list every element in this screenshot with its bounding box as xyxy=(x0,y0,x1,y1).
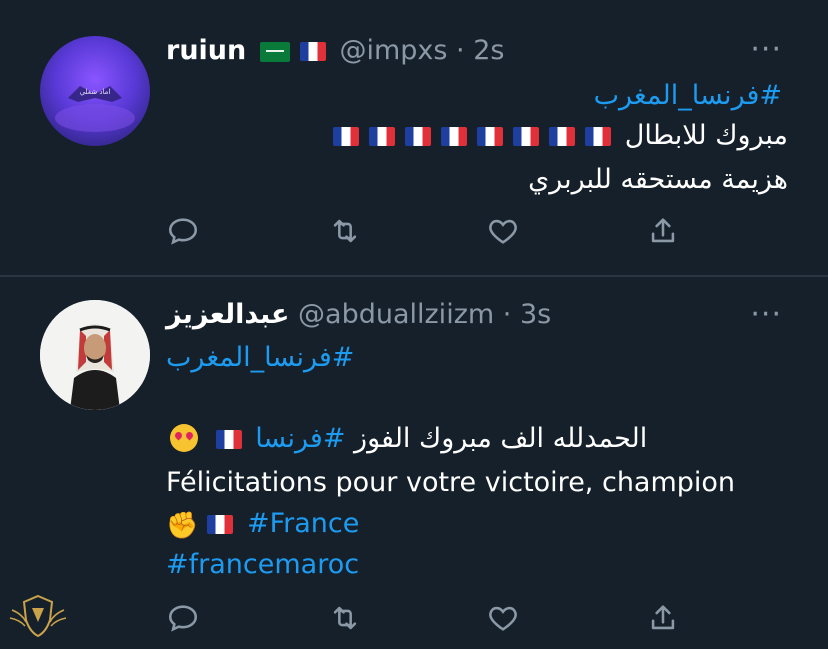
tweet-text-line: ✊ #France xyxy=(166,506,359,544)
france-flag-icon xyxy=(513,127,540,146)
tweet-actions xyxy=(0,601,828,635)
france-flag-icon xyxy=(299,42,326,61)
france-flag-icon xyxy=(477,127,504,146)
heart-eyes-emoji-icon xyxy=(170,424,198,452)
display-name[interactable]: ruiun xyxy=(166,35,246,66)
france-flag-icon xyxy=(549,127,576,146)
hashtag-link[interactable]: #francemaroc xyxy=(166,547,359,583)
flags-row xyxy=(328,120,616,151)
timestamp[interactable]: 2s xyxy=(473,35,504,66)
saudi-flag-icon xyxy=(259,42,290,62)
share-icon[interactable] xyxy=(646,214,680,248)
tweet-actions xyxy=(0,214,828,248)
display-name[interactable]: عبدالعزيز xyxy=(166,299,289,330)
retweet-icon[interactable] xyxy=(328,601,362,635)
separator: · xyxy=(502,299,512,330)
tweet-text-line: هزيمة مستحقه للبربري xyxy=(528,164,788,195)
hashtag-link[interactable]: #France xyxy=(247,508,359,539)
hashtag-link[interactable]: #فرنسا xyxy=(255,423,345,454)
france-flag-icon xyxy=(441,127,468,146)
avatar-graphic-icon: اماد شغلي xyxy=(55,86,135,132)
france-flag-icon xyxy=(369,127,396,146)
tweet[interactable]: عبدالعزيز @abduallziizm · 3s ··· #فرنسا_… xyxy=(0,277,828,649)
hashtag-link[interactable]: #فرنسا_المغرب xyxy=(594,78,782,114)
like-icon[interactable] xyxy=(486,601,520,635)
user-handle[interactable]: @abduallziizm xyxy=(298,299,494,330)
tweet-header: ruiun @impxs · 2s xyxy=(166,34,504,68)
reply-icon[interactable] xyxy=(166,214,200,248)
france-flag-icon xyxy=(207,515,234,534)
user-handle[interactable]: @impxs xyxy=(339,35,447,66)
flexed-biceps-emoji-icon: ✊ xyxy=(166,511,199,541)
tweet-text: مبروك للابطال xyxy=(624,120,788,151)
avatar[interactable]: اماد شغلي xyxy=(40,36,150,146)
tweet[interactable]: اماد شغلي ruiun @impxs · 2s ··· #فرنسا_ا… xyxy=(0,0,828,276)
tweet-header: عبدالعزيز @abduallziizm · 3s xyxy=(166,298,551,332)
tweet-text-line: مبروك للابطال xyxy=(328,118,788,154)
tweet-text-line: الحمدلله الف مبروك الفوز #فرنسا xyxy=(166,421,647,457)
reply-icon[interactable] xyxy=(166,601,200,635)
more-options-icon[interactable]: ··· xyxy=(750,35,782,65)
avatar-caption: اماد شغلي xyxy=(80,88,111,96)
share-icon[interactable] xyxy=(646,601,680,635)
watermark-logo-icon xyxy=(9,594,67,638)
france-flag-icon xyxy=(405,127,432,146)
avatar[interactable] xyxy=(40,300,150,410)
retweet-icon[interactable] xyxy=(328,214,362,248)
arabic-text: الحمدلله الف مبروك الفوز #فرنسا xyxy=(166,423,647,454)
france-flag-icon xyxy=(333,127,360,146)
hashtag-link[interactable]: #فرنسا_المغرب xyxy=(166,340,354,376)
france-flag-icon xyxy=(585,127,612,146)
separator: · xyxy=(456,35,465,66)
france-flag-icon xyxy=(215,430,242,449)
avatar-photo-icon xyxy=(40,300,150,410)
like-icon[interactable] xyxy=(486,214,520,248)
tweet-text: Félicitations pour votre victoire, champ… xyxy=(166,467,736,498)
timestamp[interactable]: 3s xyxy=(520,299,551,330)
more-options-icon[interactable]: ··· xyxy=(750,300,782,330)
